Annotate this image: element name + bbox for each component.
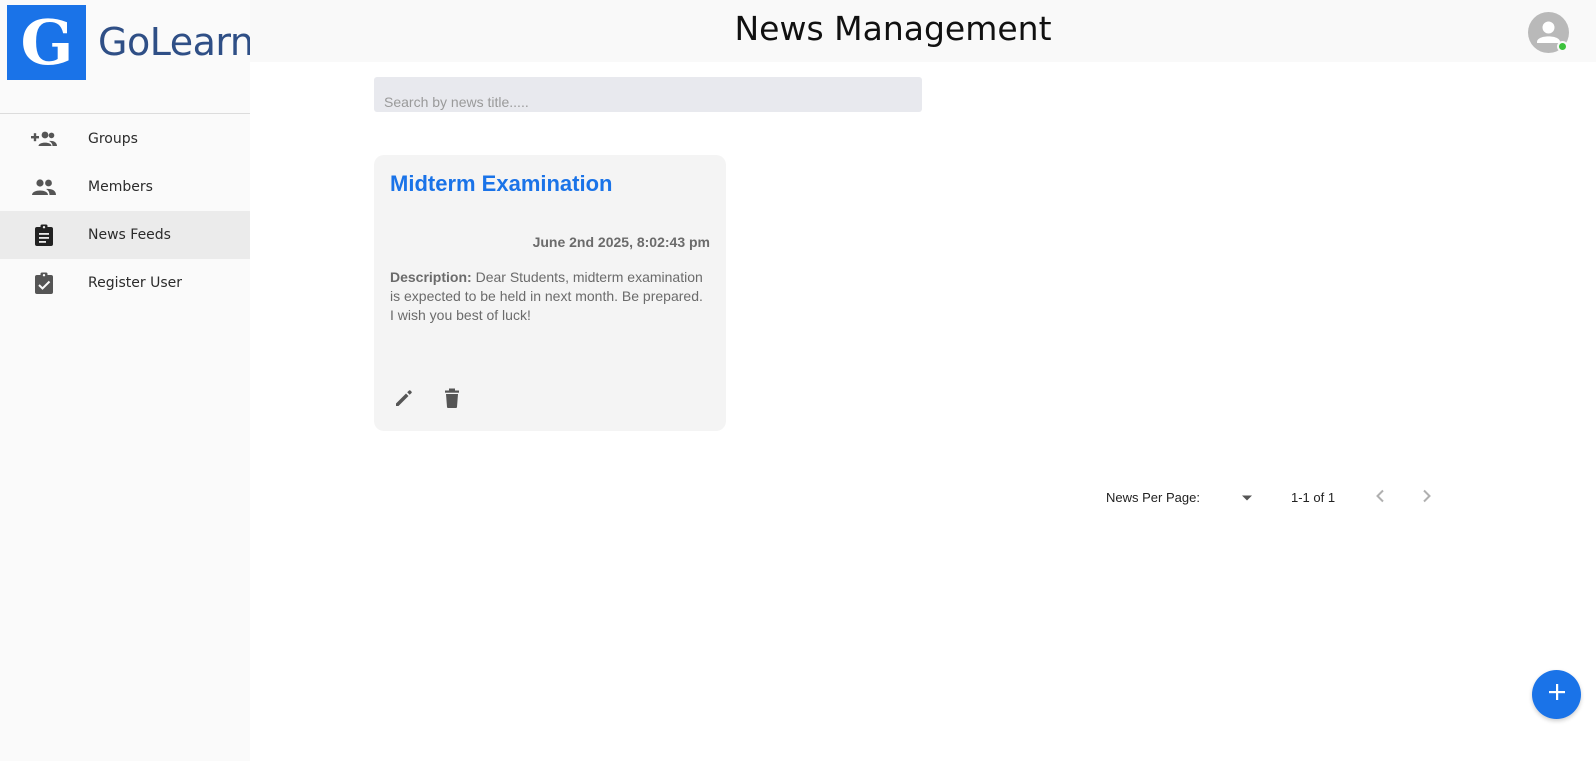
prev-page-button[interactable] [1368, 486, 1392, 510]
add-news-button[interactable] [1532, 670, 1581, 719]
chevron-down-icon [1241, 489, 1253, 507]
top-header: News Management [250, 0, 1596, 62]
sidebar-nav: Groups Members News Feeds Register User [0, 115, 250, 307]
online-status-badge [1557, 41, 1568, 52]
pagination-range: 1-1 of 1 [1291, 490, 1336, 505]
svg-text:G: G [21, 14, 73, 72]
sidebar-item-label: Groups [88, 131, 138, 147]
edit-icon [394, 388, 414, 413]
page-title: News Management [734, 9, 1052, 48]
sidebar-item-register-user[interactable]: Register User [0, 259, 250, 307]
brand-logo[interactable]: G [7, 5, 86, 80]
sidebar-item-label: Members [88, 179, 153, 195]
next-page-button[interactable] [1415, 486, 1439, 510]
chevron-right-icon [1422, 489, 1432, 508]
sidebar-item-label: News Feeds [88, 227, 171, 243]
group-add-icon [31, 127, 57, 151]
chevron-left-icon [1375, 489, 1385, 508]
per-page-label: News Per Page: [1106, 490, 1200, 505]
assignment-turned-in-icon [31, 271, 57, 295]
sidebar-item-news-feeds[interactable]: News Feeds [0, 211, 250, 259]
description-label: Description: [390, 269, 472, 285]
news-title[interactable]: Midterm Examination [390, 171, 612, 197]
news-card: Midterm Examination June 2nd 2025, 8:02:… [374, 155, 726, 431]
plus-icon [1548, 683, 1566, 706]
per-page-select[interactable] [1232, 488, 1262, 508]
assignment-icon [31, 223, 57, 247]
delete-icon [443, 388, 461, 413]
edit-button[interactable] [388, 384, 420, 416]
brand-logo-icon: G [21, 14, 73, 72]
people-icon [31, 175, 57, 199]
sidebar-item-groups[interactable]: Groups [0, 115, 250, 163]
sidebar-divider [0, 113, 250, 114]
app-root: G GoLearn Groups Members News Feeds Regi… [0, 0, 1596, 761]
sidebar: G GoLearn Groups Members News Feeds Regi… [0, 0, 254, 761]
news-description: Description: Dear Students, midterm exam… [390, 268, 710, 325]
search-input[interactable] [374, 77, 922, 112]
sidebar-item-members[interactable]: Members [0, 163, 250, 211]
delete-button[interactable] [436, 384, 468, 416]
sidebar-item-label: Register User [88, 275, 183, 291]
news-date: June 2nd 2025, 8:02:43 pm [532, 234, 710, 250]
